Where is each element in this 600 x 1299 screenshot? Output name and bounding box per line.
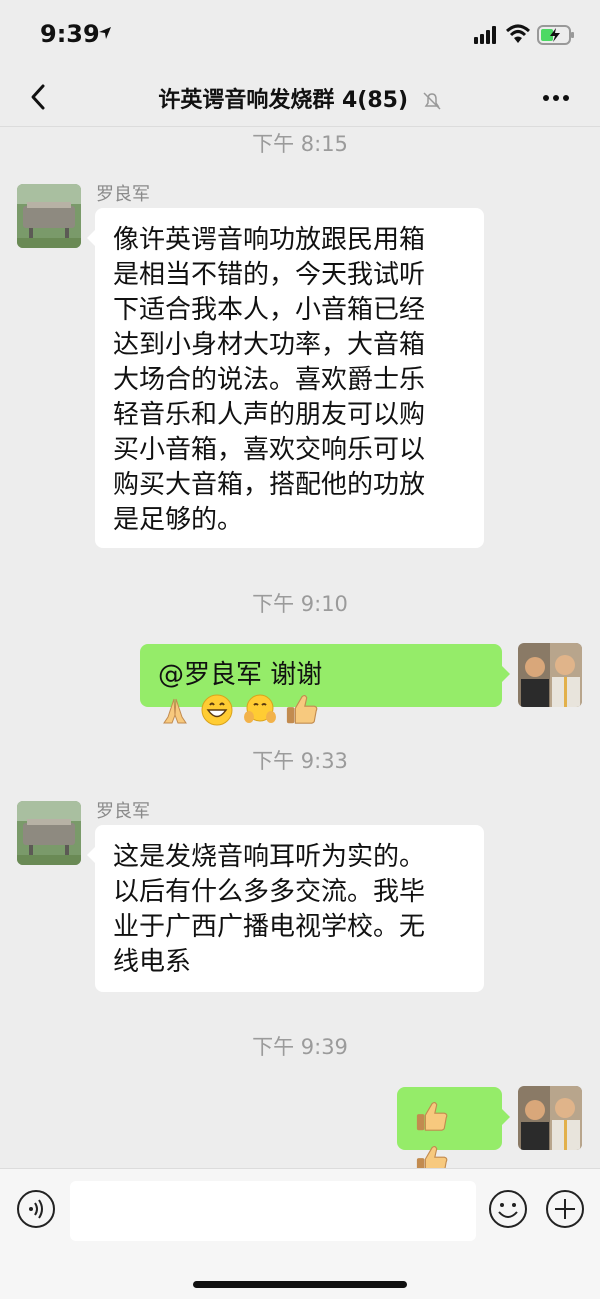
home-indicator	[193, 1281, 407, 1288]
nav-bar: 许英谔音响发烧群 4(85)	[0, 70, 600, 127]
thumbs-up-emoji	[416, 1101, 448, 1131]
message-line: 业于广西广播电视学校。无	[113, 912, 426, 942]
voice-input-button[interactable]	[16, 1189, 56, 1229]
more-options-button[interactable]	[542, 84, 570, 112]
thumbs-up-emoji	[286, 694, 318, 724]
sender-name: 罗良军	[96, 801, 150, 822]
battery-charging-icon	[537, 25, 574, 45]
message-line: 是足够的。	[113, 505, 244, 535]
timestamp: 下午 9:10	[252, 592, 348, 616]
my-avatar[interactable]	[518, 1086, 582, 1150]
message-line: 是相当不错的，今天我试听	[113, 260, 426, 290]
input-bar	[0, 1168, 600, 1299]
emoji-row	[158, 693, 319, 737]
message-line: 下适合我本人，小音箱已经	[113, 295, 426, 325]
message-line: 轻音乐和人声的朋友可以购	[113, 400, 426, 430]
message-line: 线电系	[113, 947, 192, 977]
message-line: 像许英谔音响功放跟民用箱	[113, 225, 426, 255]
message-line: 买小音箱，喜欢交响乐可以	[113, 435, 426, 465]
add-more-button[interactable]	[545, 1189, 585, 1229]
chat-title: 许英谔音响发烧群 4(85)	[0, 82, 600, 114]
sender-avatar[interactable]	[17, 801, 81, 865]
message-bubble[interactable]	[397, 1087, 510, 1175]
my-avatar[interactable]	[518, 643, 582, 707]
mute-bell-icon	[423, 92, 441, 110]
message-line: 大场合的说法。喜欢爵士乐	[113, 365, 426, 395]
status-time: 9:39	[40, 20, 100, 48]
wifi-icon	[506, 24, 530, 43]
message-bubble[interactable]: 像许英谔音响功放跟民用箱 是相当不错的，今天我试听 下适合我本人，小音箱已经 达…	[87, 208, 484, 548]
chat-title-text: 许英谔音响发烧群 4(85)	[158, 88, 409, 113]
message-line: 这是发烧音响耳听为实的。	[113, 842, 426, 872]
sender-name: 罗良军	[96, 184, 150, 205]
timestamp: 下午 9:33	[252, 749, 348, 773]
message-text: @罗良军 谢谢	[158, 660, 323, 690]
message-line: 达到小身材大功率，大音箱	[113, 330, 426, 360]
cellular-signal-icon	[474, 26, 496, 44]
message-bubble[interactable]: 这是发烧音响耳听为实的。 以后有什么多多交流。我毕 业于广西广播电视学校。无 线…	[87, 825, 484, 992]
grinning-emoji	[201, 694, 233, 726]
status-bar: 9:39	[0, 0, 600, 70]
timestamp: 下午 9:39	[252, 1035, 348, 1059]
sender-avatar[interactable]	[17, 184, 81, 248]
message-bubble[interactable]: @罗良军 谢谢	[140, 644, 510, 726]
timestamp: 下午 8:15	[252, 132, 348, 156]
location-arrow-icon	[99, 27, 111, 39]
emoji-button[interactable]	[488, 1189, 528, 1229]
hugging-emoji	[243, 694, 276, 723]
message-line: 以后有什么多多交流。我毕	[113, 877, 426, 907]
message-input[interactable]	[70, 1181, 476, 1241]
folded-hands-emoji	[163, 698, 187, 724]
message-line: 购买大音箱，搭配他的功放	[113, 470, 426, 500]
